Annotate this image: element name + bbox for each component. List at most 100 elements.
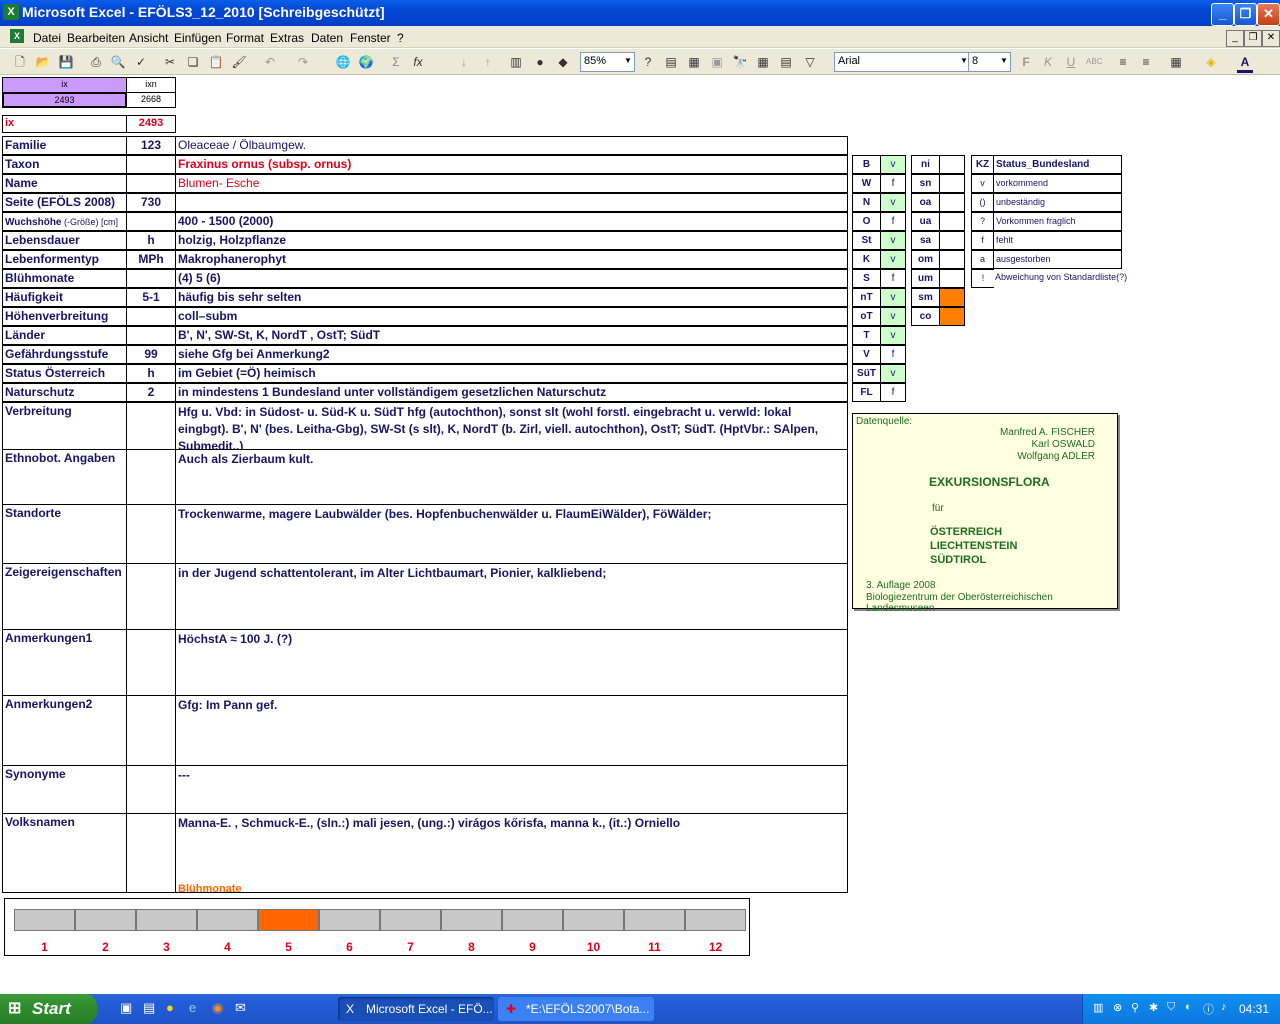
doc-minimize-button[interactable]: _ bbox=[1226, 30, 1244, 47]
menu-extras[interactable]: Extras bbox=[270, 31, 304, 45]
fill-color-icon[interactable]: ◈ bbox=[1203, 54, 1219, 70]
status-value[interactable]: v bbox=[880, 155, 906, 174]
status-value[interactable]: f bbox=[880, 269, 906, 288]
underline-icon[interactable]: U bbox=[1063, 54, 1079, 70]
zoom-select[interactable]: 85% ▼ bbox=[580, 52, 635, 72]
row-value[interactable]: häufig bis sehr selten bbox=[175, 288, 848, 307]
altitude-zone[interactable]: sn bbox=[911, 174, 940, 193]
altitude-zone[interactable]: sa bbox=[911, 231, 940, 250]
row-label[interactable]: Verbreitung bbox=[2, 402, 127, 450]
row-value[interactable]: holzig, Holzpflanze bbox=[175, 231, 848, 250]
menu-bearbeiten[interactable]: Bearbeiten bbox=[67, 31, 125, 45]
row-code[interactable]: 2 bbox=[126, 383, 176, 402]
row-label[interactable]: Status Österreich bbox=[2, 364, 127, 383]
network-icon[interactable]: ▥ bbox=[1093, 1001, 1103, 1014]
row-value[interactable]: coll–subm bbox=[175, 307, 848, 326]
shield-icon[interactable]: ⛉ bbox=[1167, 1001, 1175, 1014]
find-icon[interactable]: 🔭 bbox=[732, 54, 748, 70]
altitude-zone[interactable]: co bbox=[911, 307, 940, 326]
font-name-select[interactable]: Arial ▼ bbox=[834, 52, 971, 72]
internet-explorer-icon[interactable]: e bbox=[189, 1000, 196, 1015]
quicklaunch-desktop-icon[interactable]: ▣ bbox=[120, 1000, 132, 1016]
quicklaunch-app-icon[interactable]: ▤ bbox=[143, 1000, 155, 1016]
status-region[interactable]: B bbox=[852, 155, 881, 174]
altitude-value[interactable] bbox=[939, 155, 965, 174]
status-region[interactable]: W bbox=[852, 174, 881, 193]
row-code[interactable] bbox=[126, 269, 176, 288]
status-region[interactable]: O bbox=[852, 212, 881, 231]
font-size-select[interactable]: 8 ▼ bbox=[968, 52, 1011, 72]
help-icon[interactable]: ? bbox=[640, 54, 656, 70]
info-icon[interactable]: ⓘ bbox=[1203, 1001, 1214, 1017]
borders-icon[interactable]: ▦ bbox=[1168, 54, 1184, 70]
print-icon[interactable]: ⎙ bbox=[88, 54, 104, 70]
menu-ansicht[interactable]: Ansicht bbox=[129, 31, 168, 45]
row-label[interactable]: Taxon bbox=[2, 155, 127, 174]
italic-icon[interactable]: K bbox=[1040, 54, 1056, 70]
row-code[interactable] bbox=[126, 629, 176, 696]
row-label[interactable]: Ethnobot. Angaben bbox=[2, 449, 127, 505]
toolbar-icon-c[interactable]: ▣ bbox=[709, 54, 725, 70]
row-code[interactable] bbox=[126, 212, 176, 231]
status-value[interactable]: v bbox=[880, 288, 906, 307]
row-label[interactable]: Länder bbox=[2, 326, 127, 345]
row-label[interactable]: Höhenverbreitung bbox=[2, 307, 127, 326]
altitude-zone[interactable]: ua bbox=[911, 212, 940, 231]
ix-header[interactable]: ix bbox=[2, 77, 127, 93]
row-value[interactable] bbox=[175, 193, 848, 212]
ix-value-cell[interactable]: 2493 bbox=[2, 92, 127, 108]
row-label[interactable]: Standorte bbox=[2, 504, 127, 564]
menu-daten[interactable]: Daten bbox=[311, 31, 343, 45]
status-region[interactable]: St bbox=[852, 231, 881, 250]
security-icon[interactable]: ⊗ bbox=[1113, 1001, 1122, 1014]
row-code[interactable]: MPh bbox=[126, 250, 176, 269]
menu-einfuegen[interactable]: Einfügen bbox=[174, 31, 221, 45]
ix-red-cell[interactable]: 2493 bbox=[126, 115, 176, 133]
row-code[interactable] bbox=[126, 813, 176, 893]
row-code[interactable] bbox=[126, 155, 176, 174]
row-value[interactable]: B', N', SW-St, K, NordT , OstT; SüdT bbox=[175, 326, 848, 345]
drawing-icon[interactable]: ◆ bbox=[555, 54, 571, 70]
row-code[interactable] bbox=[126, 449, 176, 505]
doc-restore-button[interactable]: ❐ bbox=[1244, 30, 1262, 47]
format-painter-icon[interactable]: 🖌 bbox=[231, 54, 247, 70]
paste-icon[interactable]: 📋 bbox=[208, 54, 224, 70]
hyperlink-icon[interactable]: 🌐 bbox=[335, 54, 351, 70]
row-code[interactable] bbox=[126, 326, 176, 345]
status-value[interactable]: v bbox=[880, 231, 906, 250]
open-icon[interactable]: 📂 bbox=[35, 54, 51, 70]
row-label[interactable]: Blühmonate bbox=[2, 269, 127, 288]
row-code[interactable] bbox=[126, 504, 176, 564]
row-value[interactable]: in der Jugend schattentolerant, im Alter… bbox=[175, 563, 848, 630]
row-label[interactable]: Wuchshöhe (-Größe) [cm] bbox=[2, 212, 127, 231]
taskbar-excel[interactable]: X Microsoft Excel - EFÖ... bbox=[338, 997, 494, 1021]
status-value[interactable]: f bbox=[880, 212, 906, 231]
status-region[interactable]: N bbox=[852, 193, 881, 212]
row-code[interactable]: 5-1 bbox=[126, 288, 176, 307]
align-center-icon[interactable]: ≡ bbox=[1138, 54, 1154, 70]
status-value[interactable]: v bbox=[880, 193, 906, 212]
altitude-value[interactable] bbox=[939, 269, 965, 288]
filter-icon[interactable]: ▽ bbox=[802, 54, 818, 70]
altitude-value[interactable] bbox=[939, 307, 965, 326]
row-value[interactable]: im Gebiet (=Ö) heimisch bbox=[175, 364, 848, 383]
row-value[interactable]: Auch als Zierbaum kult. bbox=[175, 449, 848, 505]
status-region[interactable]: oT bbox=[852, 307, 881, 326]
status-region[interactable]: SüT bbox=[852, 364, 881, 383]
chevron-down-icon[interactable]: ▼ bbox=[998, 53, 1010, 69]
bold-icon[interactable]: F bbox=[1018, 54, 1034, 70]
autosum-icon[interactable]: Σ bbox=[388, 54, 404, 70]
undo-icon[interactable]: ↶ bbox=[262, 54, 278, 70]
start-button[interactable]: ⊞ Start bbox=[0, 994, 97, 1024]
altitude-zone[interactable]: ni bbox=[911, 155, 940, 174]
menu-help[interactable]: ? bbox=[397, 31, 404, 45]
row-value[interactable]: Oleaceae / Ölbaumgew. bbox=[175, 136, 848, 155]
toolbar-icon-a[interactable]: ▤ bbox=[663, 54, 679, 70]
row-label[interactable]: Gefährdungsstufe bbox=[2, 345, 127, 364]
row-label[interactable]: Naturschutz bbox=[2, 383, 127, 402]
save-icon[interactable]: 💾 bbox=[58, 54, 74, 70]
row-label[interactable]: Lebenformentyp bbox=[2, 250, 127, 269]
status-region[interactable]: S bbox=[852, 269, 881, 288]
row-label[interactable]: Name bbox=[2, 174, 127, 193]
row-code[interactable]: 123 bbox=[126, 136, 176, 155]
